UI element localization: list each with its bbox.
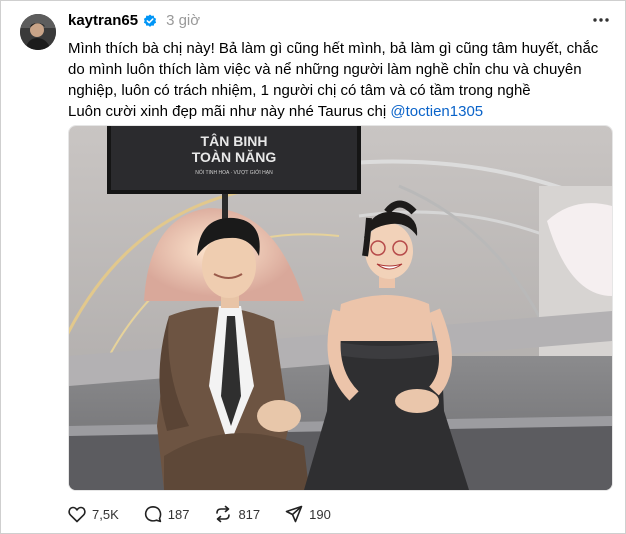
screen-title-2: TOÀN NĂNG <box>192 149 277 165</box>
like-count: 7,5K <box>92 506 119 522</box>
share-count: 190 <box>309 506 331 522</box>
post-text-line: do mình luôn thích làm việc và nể những … <box>68 61 582 78</box>
username[interactable]: kaytran65 <box>68 12 138 29</box>
post-image[interactable]: TÂN BINH TOÀN NĂNG NỔI TINH HOA · VƯỢT G… <box>68 125 613 491</box>
comment-count: 187 <box>167 506 190 522</box>
post-text-line: nghiệp, luôn có trách nhiệm, 1 người chị… <box>68 82 531 99</box>
post-header: kaytran65 3 giờ <box>68 12 200 29</box>
verified-badge-icon <box>143 14 157 28</box>
post-time: 3 giờ <box>166 12 201 29</box>
avatar[interactable] <box>20 14 56 50</box>
share-button[interactable]: 190 <box>285 505 331 523</box>
repost-arrows-icon <box>214 505 232 523</box>
send-icon <box>285 505 303 523</box>
post-text-line: Mình thích bà chị này! Bả làm gì cũng hế… <box>68 40 599 57</box>
mention-link[interactable]: @toctien1305 <box>390 103 483 120</box>
post-text: Mình thích bà chị này! Bả làm gì cũng hế… <box>68 38 608 122</box>
action-bar: 7,5K 187 817 190 <box>68 505 356 523</box>
post-text-line: Luôn cười xinh đẹp mãi như này nhé Tauru… <box>68 101 608 122</box>
like-button[interactable]: 7,5K <box>68 506 119 523</box>
comment-bubble-icon <box>144 505 162 523</box>
post-text-line-content: Luôn cười xinh đẹp mãi như này nhé Tauru… <box>68 103 391 120</box>
comment-button[interactable]: 187 <box>144 505 190 523</box>
repost-count: 817 <box>238 506 261 522</box>
heart-icon <box>68 506 86 523</box>
more-dots-icon[interactable] <box>591 13 611 27</box>
post-card: kaytran65 3 giờ Mình thích bà chị này! B… <box>0 0 626 534</box>
screen-title-1: TÂN BINH <box>201 132 268 149</box>
repost-button[interactable]: 817 <box>214 505 260 523</box>
screen-subtext: NỔI TINH HOA · VƯỢT GIỚI HẠN <box>195 169 273 176</box>
